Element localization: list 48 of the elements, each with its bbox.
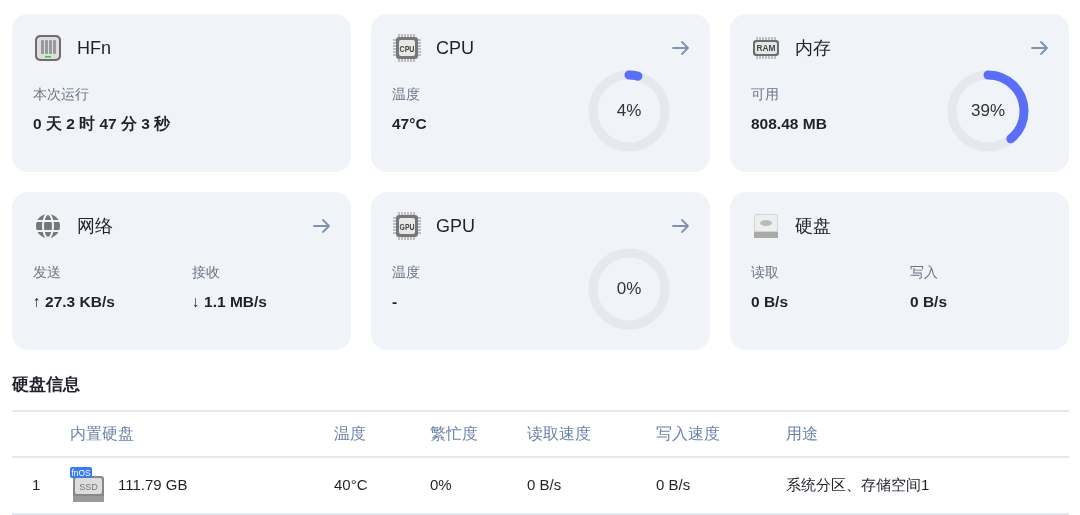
stat-value: 0 B/s (910, 291, 948, 312)
table-cell-text: 0 B/s (656, 474, 691, 495)
column-header: 内置硬盘 (70, 423, 134, 444)
card-title: 内存 (795, 36, 831, 60)
stat-label: 写入 (910, 264, 938, 283)
row-index: 1 (32, 474, 41, 495)
stat-label: 可用 (751, 86, 779, 105)
stat-label: 读取 (751, 264, 779, 283)
stat-value: ↑ 27.3 KB/s (33, 291, 115, 312)
card-title: 硬盘 (795, 214, 831, 238)
stat-value: 0 天 2 时 47 分 3 秒 (33, 113, 171, 134)
stat-label: 接收 (192, 264, 220, 283)
stat-label: 温度 (392, 264, 420, 283)
arrow-right-icon[interactable] (1031, 40, 1049, 56)
gauge-reading: 0% (616, 278, 642, 301)
gauge-reading: 4% (616, 100, 642, 123)
drive-icon: SSD (73, 476, 104, 502)
globe-icon (33, 211, 63, 241)
arrow-right-icon[interactable] (672, 218, 690, 234)
stat-label: 温度 (392, 86, 420, 105)
stat-value: ↓ 1.1 MB/s (192, 291, 267, 312)
table-cell-text: 系统分区、存储空间1 (786, 474, 930, 495)
column-header: 读取速度 (527, 423, 591, 444)
stat-value: - (392, 291, 398, 312)
arrow-right-icon[interactable] (313, 218, 331, 234)
server-icon (33, 33, 63, 63)
drive-icon (751, 211, 781, 241)
disk-size: 111.79 GB (118, 474, 188, 495)
os-badge: fnOS (70, 467, 92, 478)
column-header: 写入速度 (656, 423, 720, 444)
stat-value: 808.48 MB (751, 113, 827, 134)
arrow-right-icon[interactable] (672, 40, 690, 56)
table-cell-text: 40°C (334, 474, 368, 495)
column-header: 繁忙度 (430, 423, 478, 444)
table-cell-text: 0% (430, 474, 452, 495)
card-title: 网络 (77, 214, 113, 238)
card-title: GPU (436, 214, 475, 238)
gauge-reading: 39% (971, 100, 1005, 123)
stat-label: 本次运行 (33, 86, 89, 105)
stat-value: 0 B/s (751, 291, 789, 312)
table-cell-text: 0 B/s (527, 474, 562, 495)
card-title: CPU (436, 36, 474, 60)
stat-label: 发送 (33, 264, 61, 283)
section-title: 硬盘信息 (12, 374, 80, 396)
card-title: HFn (77, 36, 111, 60)
stat-value: 47°C (392, 113, 427, 134)
column-header: 温度 (334, 423, 366, 444)
column-header: 用途 (786, 423, 818, 444)
